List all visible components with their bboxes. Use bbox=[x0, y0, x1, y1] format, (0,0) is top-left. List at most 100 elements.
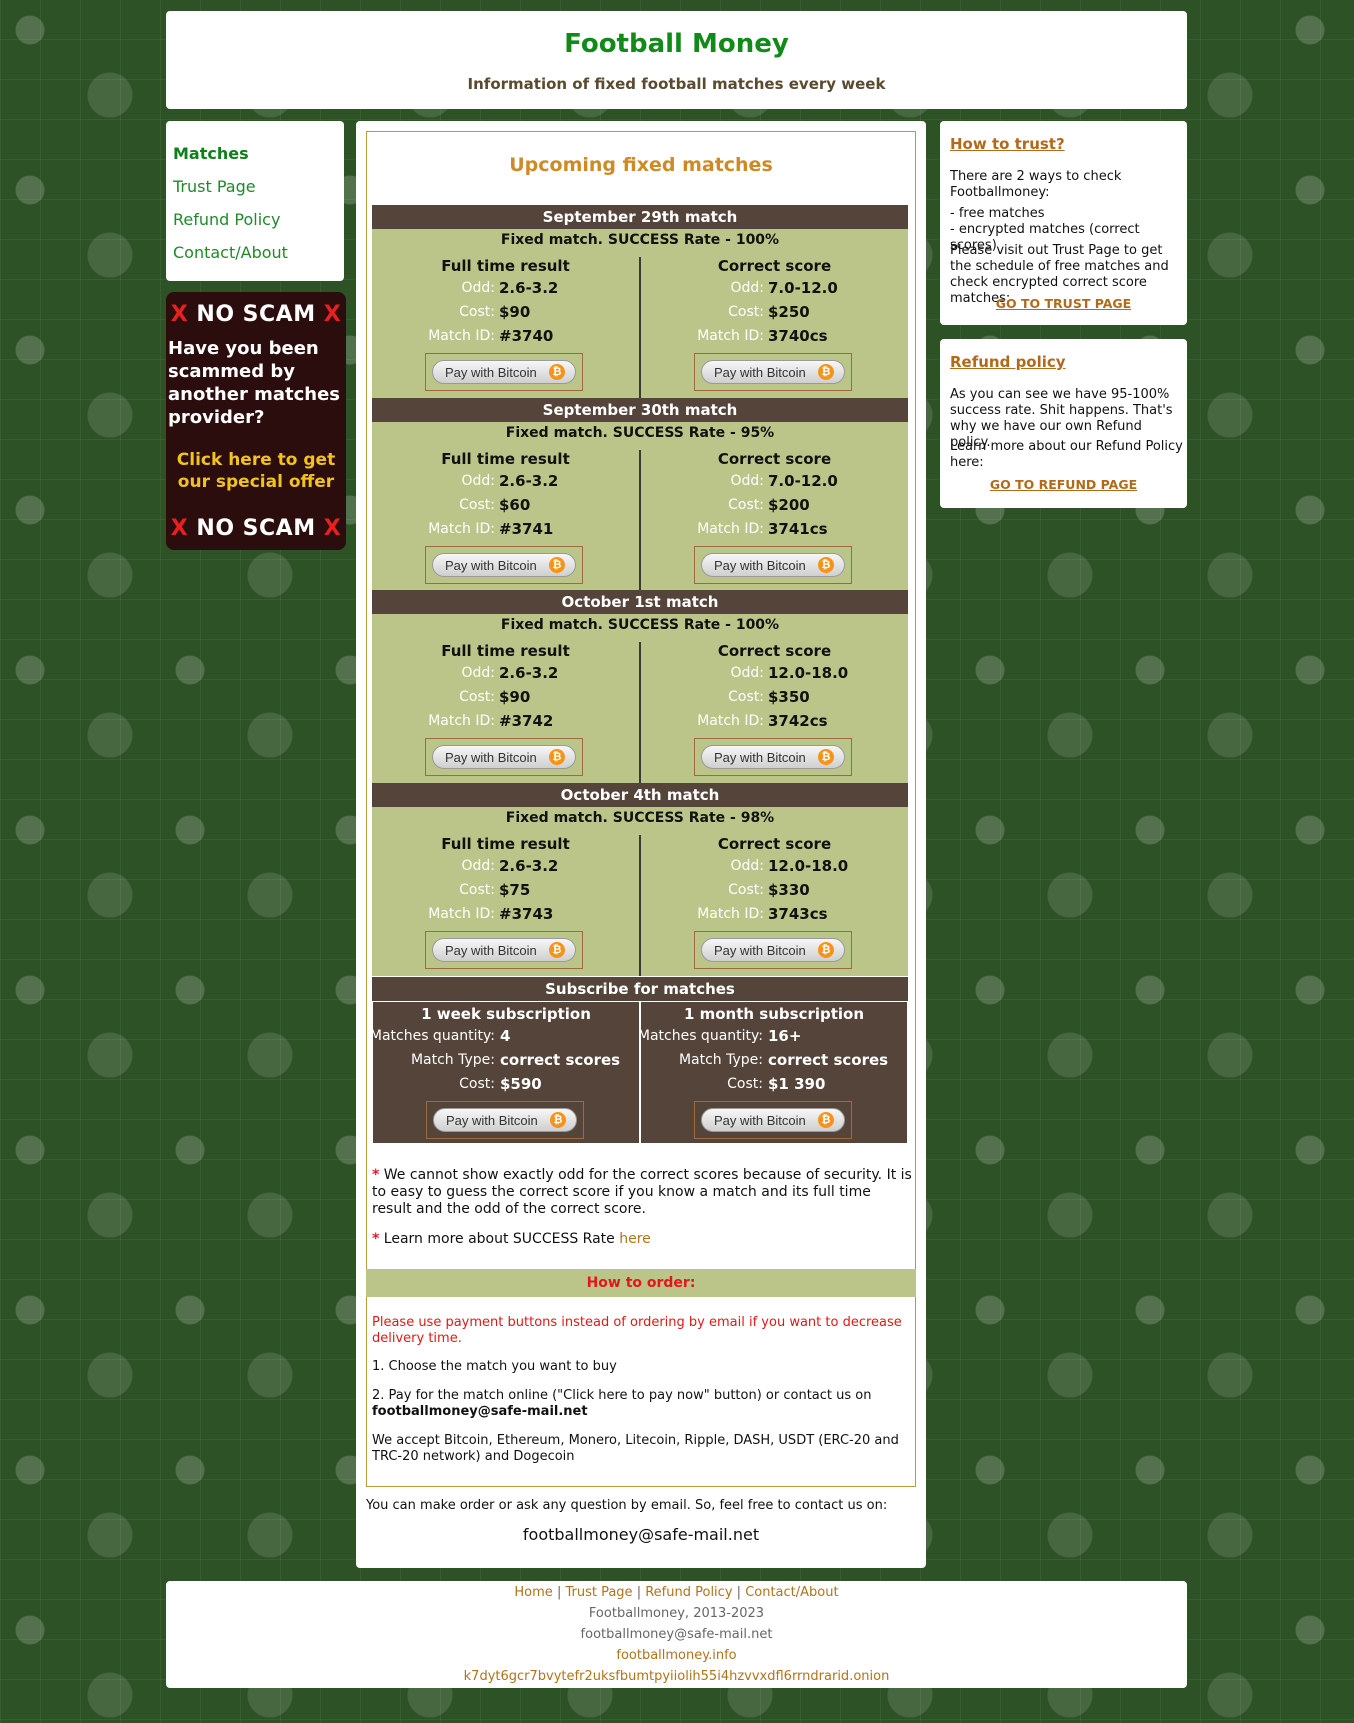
match-heading: September 29th match bbox=[372, 205, 908, 229]
go-to-refund-link[interactable]: GO TO REFUND PAGE bbox=[940, 477, 1187, 492]
pay-button-frame: Pay with Bitcoin ₿ bbox=[694, 546, 852, 584]
correct-score-column: Correct score Odd: 12.0-18.0 Cost: $330 Ma… bbox=[641, 835, 908, 976]
footer-onion-link[interactable]: k7dyt6gcr7bvytefr2uksfbumtpyiiolih55i4hz… bbox=[464, 1669, 890, 1684]
footer-site-link[interactable]: footballmoney.info bbox=[616, 1648, 736, 1663]
footer-link-contact[interactable]: Contact/About bbox=[745, 1585, 838, 1600]
cost-row: Cost: $250 bbox=[728, 303, 810, 321]
pay-with-bitcoin-button[interactable]: Pay with Bitcoin ₿ bbox=[432, 745, 576, 769]
match-id-row: Match ID: #3743 bbox=[428, 905, 554, 923]
pay-with-bitcoin-button[interactable]: Pay with Bitcoin ₿ bbox=[701, 553, 845, 577]
bitcoin-icon: ₿ bbox=[549, 364, 565, 380]
type-row: Match Type: correct scores bbox=[410, 1051, 621, 1069]
match-id-value: #3741 bbox=[499, 520, 554, 538]
odd-row: Odd: 12.0-18.0 bbox=[730, 857, 849, 875]
bitcoin-icon: ₿ bbox=[818, 942, 834, 958]
pay-with-bitcoin-button[interactable]: Pay with Bitcoin ₿ bbox=[432, 553, 576, 577]
column-heading: Correct score bbox=[717, 257, 832, 275]
type-value: correct scores bbox=[500, 1051, 621, 1069]
footer-link-home[interactable]: Home bbox=[514, 1585, 552, 1600]
odd-row: Odd: 2.6-3.2 bbox=[461, 279, 559, 297]
main-content: Upcoming fixed matches September 29th ma… bbox=[356, 121, 926, 1568]
pay-button-frame: Pay with Bitcoin ₿ bbox=[694, 1101, 852, 1139]
bitcoin-icon: ₿ bbox=[818, 364, 834, 380]
pay-button-frame: Pay with Bitcoin ₿ bbox=[425, 738, 583, 776]
odd-value: 2.6-3.2 bbox=[499, 664, 559, 682]
go-to-trust-link[interactable]: GO TO TRUST PAGE bbox=[940, 296, 1187, 311]
site-title[interactable]: Football Money bbox=[166, 29, 1187, 59]
contact-text: You can make order or ask any question b… bbox=[366, 1498, 888, 1513]
pay-button-frame: Pay with Bitcoin ₿ bbox=[694, 353, 852, 391]
pay-with-bitcoin-button[interactable]: Pay with Bitcoin ₿ bbox=[432, 360, 576, 384]
site-subtitle: Information of fixed football matches ev… bbox=[467, 75, 886, 93]
correct-score-column: Correct score Odd: 12.0-18.0 Cost: $350 Ma… bbox=[641, 642, 908, 783]
pay-with-bitcoin-button[interactable]: Pay with Bitcoin ₿ bbox=[432, 938, 576, 962]
nav-item-matches[interactable]: Matches bbox=[173, 144, 249, 163]
subscription-plan: 1 month subscription Matches quantity: 16… bbox=[637, 1002, 907, 1143]
full-time-column: Full time result Odd: 2.6-3.2 Cost: $60 Ma… bbox=[372, 450, 639, 591]
plan-cost-value: $1 390 bbox=[768, 1075, 826, 1093]
match-id-value: #3740 bbox=[499, 327, 554, 345]
nav-item-trust-page[interactable]: Trust Page bbox=[173, 177, 256, 196]
trust-title[interactable]: How to trust? bbox=[950, 135, 1065, 153]
bitcoin-icon: ₿ bbox=[549, 942, 565, 958]
special-offer-link[interactable]: Click here to get our special offer bbox=[166, 449, 346, 493]
pay-button-frame: Pay with Bitcoin ₿ bbox=[425, 353, 583, 391]
footer-links: Home | Trust Page | Refund Policy | Cont… bbox=[514, 1585, 839, 1600]
cost-row: Cost: $350 bbox=[728, 688, 810, 706]
contact-email[interactable]: footballmoney@safe-mail.net bbox=[366, 1525, 916, 1544]
odd-value: 2.6-3.2 bbox=[499, 857, 559, 875]
trust-intro: There are 2 ways to check Footballmoney: bbox=[950, 169, 1122, 200]
odd-value: 2.6-3.2 bbox=[499, 472, 559, 490]
pay-with-bitcoin-button[interactable]: Pay with Bitcoin ₿ bbox=[701, 1108, 845, 1132]
pay-with-bitcoin-button[interactable]: Pay with Bitcoin ₿ bbox=[701, 360, 845, 384]
footer-link-trust[interactable]: Trust Page bbox=[565, 1585, 632, 1600]
qty-row: Matches quantity: 16+ bbox=[637, 1027, 802, 1045]
trust-box: How to trust? There are 2 ways to check … bbox=[940, 121, 1187, 325]
site-header: Football Money Information of fixed foot… bbox=[166, 11, 1187, 109]
match-id-value: 3743cs bbox=[768, 905, 828, 923]
cost-value: $330 bbox=[768, 881, 810, 899]
order-warning: Please use payment buttons instead of or… bbox=[372, 1315, 902, 1346]
cost-row: Cost: $75 bbox=[459, 881, 531, 899]
success-rate: Fixed match. SUCCESS Rate - 100% bbox=[500, 232, 780, 248]
match-id-value: 3740cs bbox=[768, 327, 828, 345]
match-id-row: Match ID: 3743cs bbox=[697, 905, 828, 923]
plan-cost-value: $590 bbox=[500, 1075, 542, 1093]
match-id-row: Match ID: #3742 bbox=[428, 712, 554, 730]
nav-item-refund-policy[interactable]: Refund Policy bbox=[173, 210, 280, 229]
success-rate-link[interactable]: here bbox=[619, 1231, 651, 1247]
odd-row: Odd: 2.6-3.2 bbox=[461, 857, 559, 875]
no-scam-top: X NO SCAM X bbox=[170, 302, 342, 327]
refund-title[interactable]: Refund policy bbox=[950, 353, 1066, 371]
subscribe-heading: Subscribe for matches bbox=[372, 977, 908, 1001]
cost-value: $90 bbox=[499, 688, 531, 706]
accepted-currencies: We accept Bitcoin, Ethereum, Monero, Lit… bbox=[372, 1433, 899, 1464]
success-rate-note: * Learn more about SUCCESS Rate here bbox=[372, 1231, 651, 1247]
odd-value: 12.0-18.0 bbox=[768, 664, 849, 682]
match-card: Fixed match. SUCCESS Rate - 95% Full tim… bbox=[372, 422, 908, 591]
column-heading: Full time result bbox=[441, 257, 570, 275]
cost-row: Cost: $60 bbox=[459, 496, 531, 514]
footer-link-refund[interactable]: Refund Policy bbox=[645, 1585, 732, 1600]
cost-row: Cost: $200 bbox=[728, 496, 810, 514]
bitcoin-icon: ₿ bbox=[818, 1112, 834, 1128]
pay-with-bitcoin-button[interactable]: Pay with Bitcoin ₿ bbox=[433, 1108, 577, 1132]
cost-value: $60 bbox=[499, 496, 531, 514]
full-time-column: Full time result Odd: 2.6-3.2 Cost: $90 Ma… bbox=[372, 257, 639, 398]
subscription-plan: 1 week subscription Matches quantity: 4 M… bbox=[370, 1002, 639, 1143]
column-heading: Correct score bbox=[717, 835, 832, 853]
cost-value: $75 bbox=[499, 881, 531, 899]
how-to-order-heading: How to order: bbox=[366, 1269, 916, 1297]
success-rate: Fixed match. SUCCESS Rate - 98% bbox=[505, 810, 775, 826]
odd-value: 7.0-12.0 bbox=[768, 279, 838, 297]
no-scam-banner[interactable]: X NO SCAM X Have you been scammed by ano… bbox=[166, 292, 346, 550]
success-rate: Fixed match. SUCCESS Rate - 95% bbox=[505, 425, 775, 441]
cost-value: $200 bbox=[768, 496, 810, 514]
pay-with-bitcoin-button[interactable]: Pay with Bitcoin ₿ bbox=[701, 938, 845, 962]
column-heading: Correct score bbox=[717, 450, 832, 468]
correct-score-column: Correct score Odd: 7.0-12.0 Cost: $200 Mat… bbox=[641, 450, 908, 591]
nav-item-contact-about[interactable]: Contact/About bbox=[173, 243, 288, 262]
odd-value: 12.0-18.0 bbox=[768, 857, 849, 875]
footer-copyright: Footballmoney, 2013-2023 bbox=[588, 1606, 765, 1621]
pay-with-bitcoin-button[interactable]: Pay with Bitcoin ₿ bbox=[701, 745, 845, 769]
